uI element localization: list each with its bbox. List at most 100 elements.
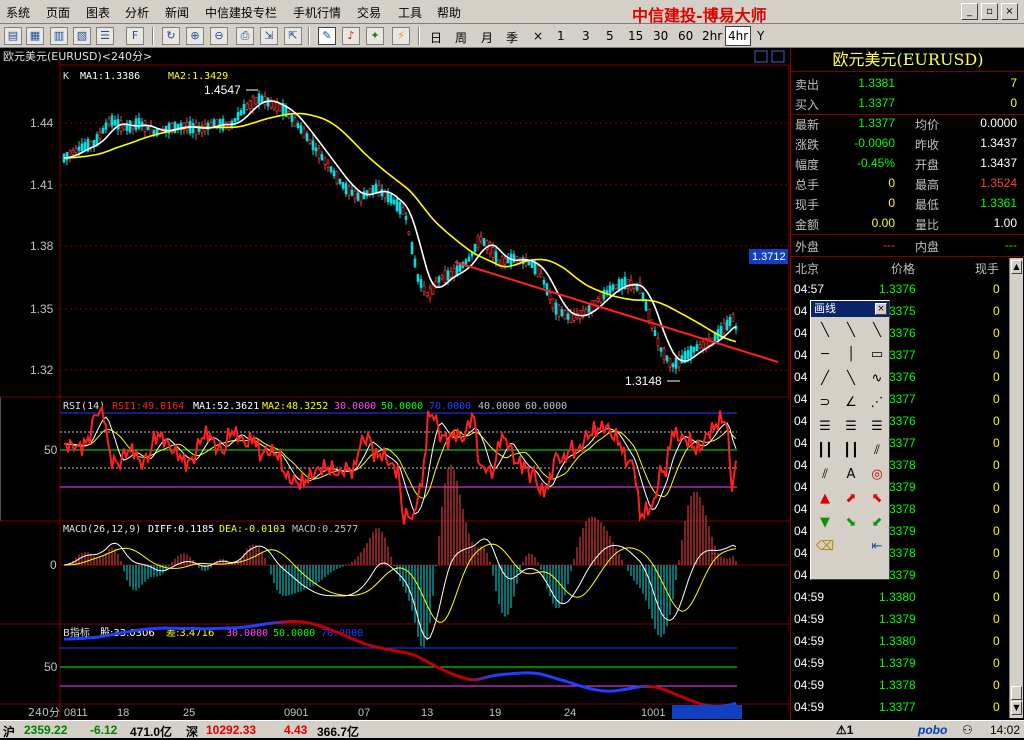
restore-button[interactable]: ▫ xyxy=(981,3,998,20)
line-icon[interactable]: ╲ xyxy=(814,321,836,341)
menu-column[interactable]: 中信建投专栏 xyxy=(205,4,277,21)
period-day[interactable]: 日 xyxy=(430,29,442,46)
segment-icon[interactable]: ╲ xyxy=(866,321,888,341)
list-icon[interactable]: ☰ xyxy=(96,27,114,45)
import-icon[interactable]: ⇱ xyxy=(284,27,302,45)
gann-icon[interactable]: ☰ xyxy=(866,417,888,437)
zoom-out-icon[interactable]: ⊖ xyxy=(210,27,228,45)
arrow-down-left-icon[interactable]: ⬋ xyxy=(866,513,888,533)
sz-change: 4.43 xyxy=(284,723,308,737)
zoom-in-icon[interactable]: ⊕ xyxy=(186,27,204,45)
menu-news[interactable]: 新闻 xyxy=(165,4,189,21)
palette-titlebar[interactable]: 画线 × xyxy=(811,301,889,317)
indicator-icon[interactable]: ✦ xyxy=(366,27,384,45)
scroll-down-icon[interactable]: ▼ xyxy=(1011,701,1022,715)
candle-body xyxy=(65,152,69,161)
arrow-down-right-icon[interactable]: ⬊ xyxy=(840,513,862,533)
period-5[interactable]: 5 xyxy=(606,29,614,43)
candle-body xyxy=(311,140,315,151)
target-icon[interactable]: ◎ xyxy=(866,465,888,485)
ray-icon[interactable]: ╲ xyxy=(840,321,862,341)
candle-body xyxy=(491,247,495,258)
stat-label: 最高 xyxy=(915,178,940,192)
tick-row[interactable]: 04:57 1.3376 0 xyxy=(791,279,1009,301)
tick-row[interactable]: 04:59 1.3379 0 xyxy=(791,609,1009,631)
arrow-up-left-icon[interactable]: ⬉ xyxy=(866,489,888,509)
tick-scrollbar[interactable]: ▲ ▼ xyxy=(1009,258,1023,718)
candle-body xyxy=(638,282,642,294)
minimize-button[interactable]: _ xyxy=(961,3,978,20)
eraser-icon[interactable]: ⌫ xyxy=(814,537,836,557)
tick-row[interactable]: 04:59 1.3380 0 xyxy=(791,587,1009,609)
fib-time-icon[interactable]: ┃┃ xyxy=(840,441,862,461)
period-week[interactable]: 周 xyxy=(455,29,467,46)
tick-row[interactable]: 04:59 1.3378 0 xyxy=(791,675,1009,697)
menu-mobile[interactable]: 手机行情 xyxy=(293,4,341,21)
rectangle-icon[interactable]: ▭ xyxy=(866,345,888,365)
tick-row[interactable]: 04:59 1.3379 0 xyxy=(791,653,1009,675)
chart-scroll-left[interactable] xyxy=(754,50,768,63)
menu-help[interactable]: 帮助 xyxy=(437,4,461,21)
chart-scroll-right[interactable] xyxy=(771,50,785,63)
flash-icon[interactable]: ⚡ xyxy=(392,27,410,45)
menu-system[interactable]: 系统 xyxy=(6,4,30,21)
speed-line-icon[interactable]: ⫽ xyxy=(814,465,836,485)
text-icon[interactable]: A xyxy=(840,465,862,485)
arc-icon[interactable]: ⊃ xyxy=(814,393,836,413)
period-3[interactable]: 3 xyxy=(582,29,590,43)
period-30[interactable]: 30 xyxy=(653,29,668,43)
draw-line-icon[interactable]: ✎ xyxy=(318,27,336,45)
table-icon[interactable]: ▧ xyxy=(73,27,91,45)
kline-chart[interactable]: 欧元美元(EURUSD)<240分> K MA1:1.3386 MA2:1.34… xyxy=(0,48,790,720)
tick-time: 04 xyxy=(794,546,808,560)
close-button[interactable]: × xyxy=(1001,3,1018,20)
horizontal-line-icon[interactable]: ─ xyxy=(814,345,836,365)
arrow-up-icon[interactable]: ▲ xyxy=(814,489,836,509)
alarm-icon[interactable]: ♪ xyxy=(342,27,360,45)
tick-row[interactable]: 04:59 1.3380 0 xyxy=(791,631,1009,653)
vertical-line-icon[interactable]: │ xyxy=(840,345,862,365)
menu-tools[interactable]: 工具 xyxy=(398,4,422,21)
print-icon[interactable]: ⎙ xyxy=(236,27,254,45)
period-1[interactable]: 1 xyxy=(557,29,565,43)
grid-icon[interactable]: ▦ xyxy=(26,27,44,45)
macd-value: MACD:0.2577 xyxy=(292,524,358,535)
period-year[interactable]: Y xyxy=(757,29,764,43)
palette-close-icon[interactable]: × xyxy=(875,303,887,315)
channel-icon[interactable]: ╲ xyxy=(840,369,862,389)
candle-body xyxy=(404,216,408,220)
period-15[interactable]: 15 xyxy=(628,29,643,43)
menu-chart[interactable]: 图表 xyxy=(86,4,110,21)
wave-icon[interactable]: ∿ xyxy=(866,369,888,389)
page-icon[interactable]: ▤ xyxy=(4,27,22,45)
period-60[interactable]: 60 xyxy=(678,29,693,43)
f10-icon[interactable]: F xyxy=(126,27,144,45)
alert-badge[interactable]: ⚠1 xyxy=(836,723,853,737)
arrow-up-right-icon[interactable]: ⬈ xyxy=(840,489,862,509)
export-icon[interactable]: ⇲ xyxy=(260,27,278,45)
angle-icon[interactable]: ∠ xyxy=(840,393,862,413)
arrow-down-icon[interactable]: ▼ xyxy=(814,513,836,533)
tick-row[interactable]: 04:59 1.3377 0 xyxy=(791,697,1009,719)
bar-chart-icon[interactable]: ▥ xyxy=(50,27,68,45)
chart-area[interactable]: 欧元美元(EURUSD)<240分> K MA1:1.3386 MA2:1.34… xyxy=(0,48,790,720)
refresh-icon[interactable]: ↻ xyxy=(162,27,180,45)
cycle-icon[interactable]: ┃┃ xyxy=(814,441,836,461)
parallel-icon[interactable]: ⫽ xyxy=(866,441,888,461)
menu-analyze[interactable]: 分析 xyxy=(125,4,149,21)
period-month[interactable]: 月 xyxy=(481,29,493,46)
scroll-up-icon[interactable]: ▲ xyxy=(1011,260,1022,274)
period-quarter[interactable]: 季 xyxy=(506,29,518,46)
diagonal-icon[interactable]: ╱ xyxy=(814,369,836,389)
fib-ext-icon[interactable]: ☰ xyxy=(840,417,862,437)
delete-all-icon[interactable]: ⇤ xyxy=(866,537,888,557)
period-2hr[interactable]: 2hr xyxy=(702,29,722,43)
menu-page[interactable]: 页面 xyxy=(46,4,70,21)
price-gridlines xyxy=(60,122,789,371)
scroll-thumb[interactable] xyxy=(1011,686,1022,700)
fan-icon[interactable]: ⋰ xyxy=(866,393,888,413)
menu-trade[interactable]: 交易 xyxy=(357,4,381,21)
fib-retrace-icon[interactable]: ☰ xyxy=(814,417,836,437)
period-4hr[interactable]: 4hr xyxy=(725,26,752,46)
period-close[interactable]: × xyxy=(533,29,543,43)
